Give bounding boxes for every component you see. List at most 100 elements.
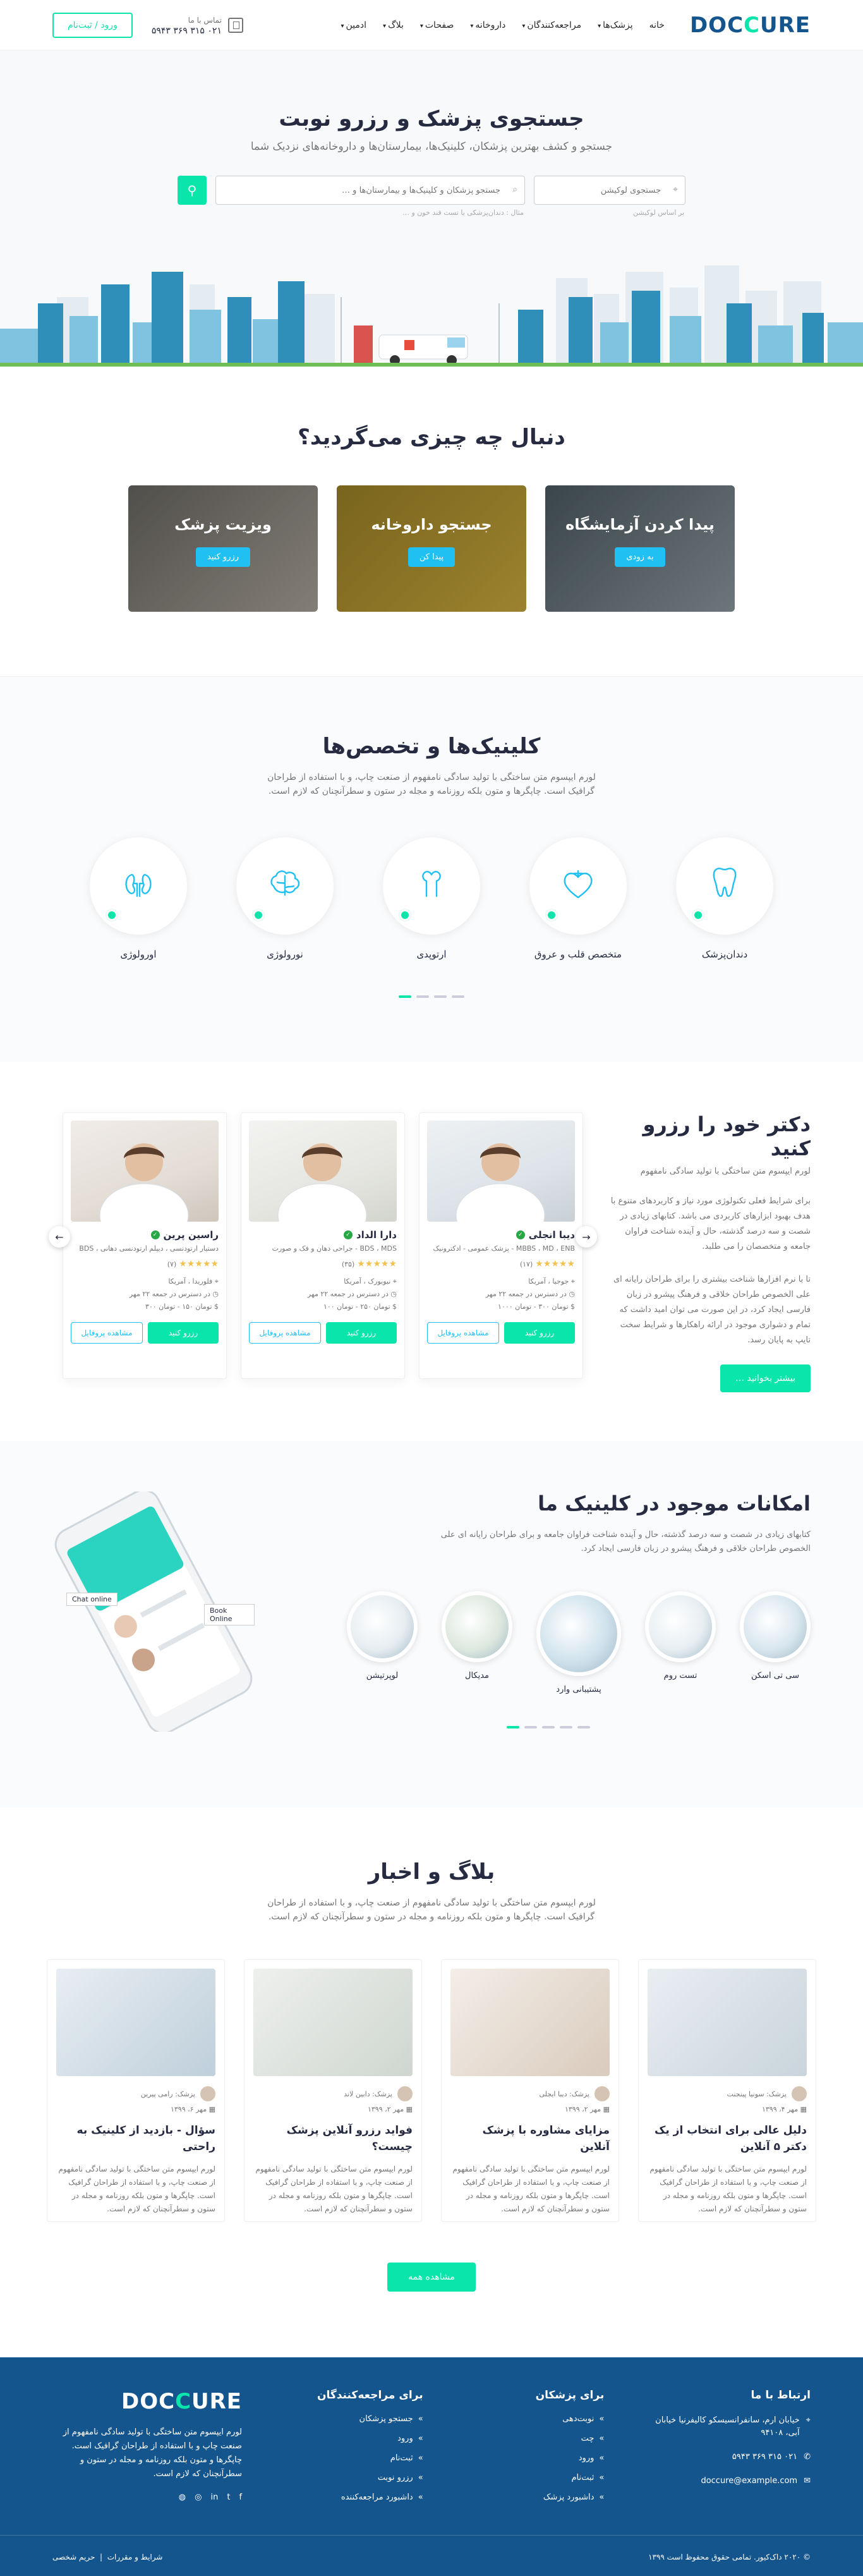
blog-title-link[interactable]: سؤال - بازدید از کلینیک به راحتی: [56, 2122, 215, 2155]
nav-item[interactable]: صفحات▾: [420, 20, 454, 30]
book-doctor-paragraph: تا با نرم افزارها شناخت بیشتری را برای ط…: [613, 1275, 811, 1345]
speciality-name: دندان‌پزشک: [701, 949, 748, 960]
search-icon: ⌕: [512, 185, 517, 195]
footer-patient-link[interactable]: جستجو پزشکان: [278, 2414, 423, 2424]
read-more-button[interactable]: بیشتر بخوانید …: [720, 1364, 811, 1392]
carousel-dot[interactable]: [560, 1726, 572, 1728]
feature-item[interactable]: سی تی اسکن: [740, 1591, 811, 1694]
footer-doctor-link[interactable]: چت: [459, 2434, 604, 2443]
footer-logo[interactable]: DOCCURE: [52, 2389, 242, 2414]
carousel-dot[interactable]: [434, 995, 447, 998]
feature-item[interactable]: لوپرتیشن: [347, 1591, 418, 1694]
doctor-photo[interactable]: [427, 1121, 575, 1222]
feature-item[interactable]: مدیکال: [442, 1591, 512, 1694]
speciality-item[interactable]: دندان‌پزشک: [676, 837, 773, 960]
find-card[interactable]: جستجو داروخانه پیدا کن: [337, 485, 526, 612]
speciality-name: ارتوپدی: [416, 949, 447, 960]
carousel-dot[interactable]: [577, 1726, 590, 1728]
blog-author[interactable]: پزشک: دابین لاند: [344, 2090, 392, 2098]
avatar[interactable]: [594, 2086, 610, 2101]
nav-item[interactable]: خانه: [649, 20, 665, 30]
find-card[interactable]: پیدا کردن آزمایشگاه به زودی: [545, 485, 735, 612]
footer-phone[interactable]: ۰۲۱ ۳۱۵ ۳۶۹ ۵۹۴۳: [732, 2451, 797, 2464]
carousel-dot[interactable]: [542, 1726, 555, 1728]
doctor-meta: ⌖ جوجیا ، آمریکا ◷ در دسترس در جمعه ۲۲ مه…: [427, 1275, 575, 1313]
doctor-actions: رزرو کنید مشاهده پروفایل: [71, 1322, 219, 1344]
doctor-name[interactable]: دارا الداد: [356, 1229, 397, 1241]
feature-item[interactable]: تست روم: [645, 1591, 716, 1694]
blog-image[interactable]: [56, 1969, 215, 2076]
nav-item[interactable]: پزشک‌ها▾: [598, 20, 633, 30]
search-button[interactable]: ⚲: [178, 176, 207, 205]
speciality-item[interactable]: نورولوژی: [236, 837, 334, 960]
review-count: (۳۵): [341, 1260, 355, 1268]
footer-patient-link[interactable]: ثبت‌نام: [278, 2453, 423, 2463]
doctor-photo[interactable]: [71, 1121, 219, 1222]
verified-icon: ✓: [150, 1230, 160, 1239]
nav-item[interactable]: داروخانه▾: [470, 20, 505, 30]
instagram-icon[interactable]: ◎: [195, 2493, 202, 2502]
footer-email[interactable]: doccure@example.com: [701, 2475, 797, 2488]
blog-image[interactable]: [253, 1969, 413, 2076]
keyword-search-input[interactable]: [215, 176, 525, 205]
blog-author[interactable]: پزشک: دیبا ایجلی: [539, 2090, 589, 2098]
footer-patient-link[interactable]: ورود: [278, 2434, 423, 2443]
carousel-dot[interactable]: [416, 995, 429, 998]
speciality-item[interactable]: اورولوژی: [90, 837, 187, 960]
carousel-dot[interactable]: [452, 995, 464, 998]
feature-name: سی تی اسکن: [751, 1671, 800, 1680]
nav-item[interactable]: بلاگ▾: [383, 20, 404, 30]
find-card-button[interactable]: پیدا کن: [407, 547, 456, 567]
doctor-name[interactable]: دیبا انجلی: [529, 1229, 575, 1241]
twitter-icon[interactable]: t: [227, 2493, 230, 2502]
blog-image[interactable]: [450, 1969, 610, 2076]
facebook-icon[interactable]: f: [239, 2493, 242, 2502]
footer-doctor-link[interactable]: نوبت‌دهی: [459, 2414, 604, 2424]
find-card[interactable]: ویزیت پزشک رزرو کنید: [128, 485, 318, 612]
avatar[interactable]: [200, 2086, 215, 2101]
blog-excerpt: لورم ایپسوم متن ساختگی با تولید سادگی نا…: [649, 2165, 807, 2213]
blog-title-link[interactable]: مزایای مشاوره با پزشک آنلاین: [450, 2122, 610, 2155]
footer-doctor-link[interactable]: ورود: [459, 2453, 604, 2463]
book-now-button[interactable]: رزرو کنید: [326, 1322, 397, 1344]
avatar[interactable]: [397, 2086, 413, 2101]
nav-item[interactable]: ادمین▾: [341, 20, 366, 30]
nav-item[interactable]: مراجعه‌کنندگان▾: [522, 20, 581, 30]
blog-author[interactable]: پزشک: سونیا پینجنت: [727, 2090, 787, 2098]
location-input[interactable]: [534, 176, 685, 205]
carousel-dot[interactable]: [507, 1726, 519, 1728]
site-logo[interactable]: DOCCURE: [690, 13, 811, 38]
linkedin-icon[interactable]: in: [210, 2493, 218, 2502]
doctor-name[interactable]: راسین پرین: [164, 1229, 219, 1241]
doctor-photo[interactable]: [249, 1121, 397, 1222]
find-card-button[interactable]: رزرو کنید: [195, 547, 251, 567]
carousel-dot[interactable]: [524, 1726, 537, 1728]
book-now-button[interactable]: رزرو کنید: [148, 1322, 219, 1344]
login-signup-button[interactable]: ورود / ثبت‌نام: [52, 13, 133, 38]
speciality-item[interactable]: ارتوپدی: [383, 837, 480, 960]
speciality-item[interactable]: متخصص قلب و عروق: [529, 837, 627, 960]
carousel-prev-button[interactable]: →: [576, 1226, 597, 1248]
blog-author[interactable]: پزشک: رامی پیرین: [141, 2090, 195, 2098]
footer-patient-link[interactable]: رزرو نوبت: [278, 2473, 423, 2482]
feature-item[interactable]: پشتیبانی وارد: [536, 1591, 621, 1694]
view-profile-button[interactable]: مشاهده پروفایل: [249, 1322, 321, 1344]
footer-doctor-link[interactable]: ثبت‌نام: [459, 2473, 604, 2482]
dribbble-icon[interactable]: ◍: [179, 2493, 186, 2502]
carousel-dot[interactable]: [399, 995, 411, 998]
blog-image[interactable]: [648, 1969, 807, 2076]
avatar[interactable]: [792, 2086, 807, 2101]
blog-title-link[interactable]: دلیل عالی برای انتخاب از یک دکتر ۵ آنلای…: [648, 2122, 807, 2155]
footer-doctor-link[interactable]: داشبورد پزشک: [459, 2493, 604, 2502]
footer-patient-link[interactable]: داشبورد مراجعه‌کننده: [278, 2493, 423, 2502]
blog-title-link[interactable]: فواید رزرو آنلاین پزشک چیست؟: [253, 2122, 413, 2155]
view-all-button[interactable]: مشاهده همه: [387, 2263, 476, 2292]
view-profile-button[interactable]: مشاهده پروفایل: [71, 1322, 143, 1344]
privacy-link[interactable]: حریم شخصی: [52, 2553, 95, 2561]
terms-link[interactable]: شرایط و مقررات: [107, 2553, 163, 2561]
book-now-button[interactable]: رزرو کنید: [504, 1322, 575, 1344]
find-card-button[interactable]: به زودی: [615, 547, 665, 567]
carousel-next-button[interactable]: ←: [49, 1226, 70, 1248]
tooth-icon: [713, 868, 737, 897]
view-profile-button[interactable]: مشاهده پروفایل: [427, 1322, 499, 1344]
